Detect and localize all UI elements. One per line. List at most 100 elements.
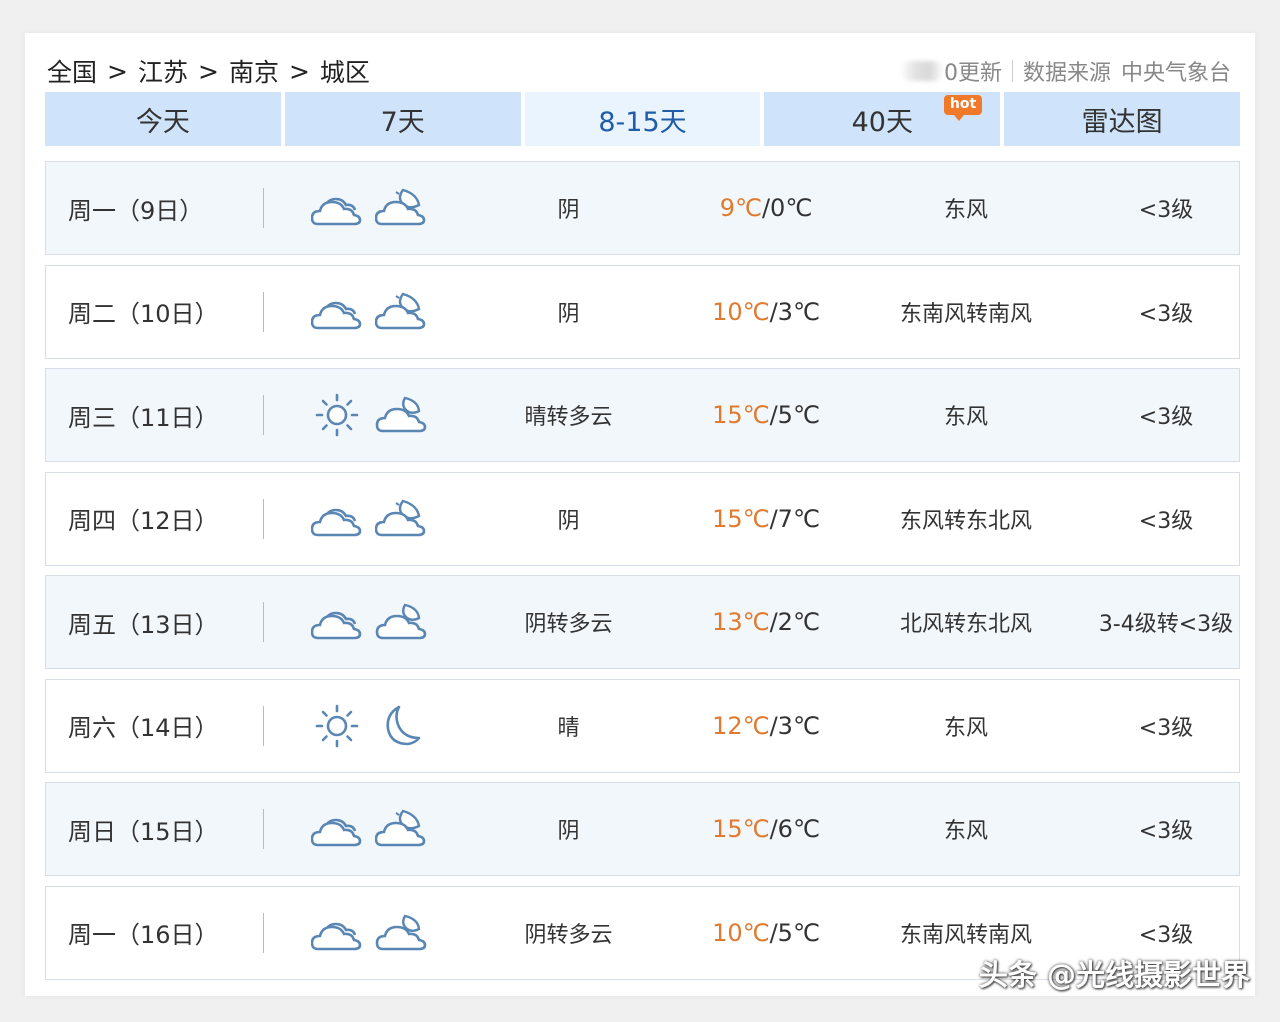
meta-divider — [1011, 60, 1013, 82]
breadcrumb-separator: > — [107, 56, 128, 86]
tab-40-days[interactable]: 40天 hot — [764, 92, 1001, 146]
breadcrumb-separator: > — [197, 56, 219, 86]
forecast-tabs: 今天 7天 8-15天 40天 hot 雷达图 — [45, 92, 1240, 146]
high-temp: 12℃ — [712, 711, 770, 740]
tab-radar[interactable]: 雷达图 — [1004, 92, 1240, 146]
data-source-label: 数据来源 — [1022, 61, 1111, 86]
breadcrumb-province[interactable]: 江苏 — [138, 53, 188, 89]
update-info: 0更新 数据来源 中央气象台 — [899, 55, 1231, 87]
breadcrumb-city[interactable]: 南京 — [229, 53, 279, 89]
low-temp: 5℃ — [777, 918, 820, 947]
temperature: 10℃/3℃ — [686, 266, 846, 358]
cloud-moon-icon — [375, 290, 427, 334]
weather-icons — [311, 887, 441, 979]
breadcrumb: 全国 > 江苏 > 南京 > 城区 — [47, 53, 370, 89]
update-time-blurred — [899, 61, 944, 81]
wind-direction: 东风 — [943, 405, 988, 430]
weather-description: 阴 — [557, 198, 580, 223]
low-temp: 5℃ — [777, 401, 820, 429]
breadcrumb-separator: > — [288, 56, 310, 86]
cloud-moon-icon — [375, 807, 427, 851]
temp-separator: / — [769, 918, 778, 947]
low-temp: 2℃ — [777, 608, 820, 636]
high-temp: 15℃ — [712, 401, 770, 429]
row-divider — [263, 188, 264, 228]
weather-description: 阴转多云 — [524, 612, 613, 637]
tab-label: 40天 — [851, 106, 913, 138]
temp-separator: / — [769, 504, 778, 533]
weather-description: 阴 — [557, 819, 580, 844]
temp-separator: / — [769, 297, 778, 326]
weather-icons — [311, 162, 441, 254]
partly-cloudy-night-icon — [375, 600, 427, 644]
forecast-row: 周六（14日） 晴 12℃/3℃ 东风 <3级 — [45, 678, 1240, 773]
high-temp: 10℃ — [712, 918, 770, 947]
forecast-date: 周四（12日） — [68, 507, 219, 535]
temp-separator: / — [769, 815, 778, 843]
cloud-icon — [311, 186, 363, 230]
forecast-date: 周二（10日） — [68, 300, 219, 328]
row-divider — [263, 395, 264, 435]
cloud-icon — [311, 911, 363, 955]
row-divider — [263, 602, 264, 642]
wind-direction: 东南风转南风 — [899, 301, 1032, 327]
weather-description: 晴 — [557, 715, 580, 741]
temp-separator: / — [769, 608, 778, 636]
row-divider — [263, 912, 264, 953]
tab-label: 8-15天 — [598, 106, 687, 138]
tab-8-15-days[interactable]: 8-15天 — [524, 92, 761, 146]
wind-level: <3级 — [1138, 198, 1194, 223]
weather-description: 晴转多云 — [524, 405, 613, 430]
weather-description: 阴 — [557, 301, 580, 327]
cloud-icon — [311, 600, 363, 644]
forecast-date: 周一（16日） — [68, 921, 219, 949]
partly-cloudy-night-icon — [375, 393, 427, 437]
partly-cloudy-night-icon — [375, 911, 427, 955]
data-source-value: 中央气象台 — [1120, 61, 1231, 86]
tab-label: 今天 — [135, 106, 190, 138]
high-temp: 10℃ — [712, 297, 770, 326]
row-divider — [263, 291, 264, 332]
tab-7-days[interactable]: 7天 — [284, 92, 521, 146]
wind-level: <3级 — [1138, 819, 1194, 844]
forecast-row: 周四（12日） 阴 15℃/7℃ 东风转东北风 <3级 — [45, 471, 1240, 566]
tab-label: 7天 — [380, 106, 425, 138]
weather-icons — [311, 680, 441, 772]
top-bar: 全国 > 江苏 > 南京 > 城区 0更新 数据来源 中央气象台 — [25, 33, 1255, 91]
high-temp: 13℃ — [712, 608, 770, 636]
wind-level: <3级 — [1138, 508, 1194, 534]
forecast-date: 周五（13日） — [68, 610, 219, 639]
weather-icons — [311, 369, 441, 461]
forecast-list: 周一（9日） 阴 9℃/0℃ 东风 <3级 周二（10日） 阴 10℃ / 3℃… — [45, 161, 1240, 989]
temperature: 10℃/5℃ — [686, 887, 846, 979]
watermark: 头条 @光线摄影世界 — [978, 958, 1250, 992]
low-temp: 0℃ — [770, 194, 813, 222]
weather-icons — [311, 473, 441, 565]
cloud-icon — [311, 497, 363, 541]
temperature: 12℃/3℃ — [686, 680, 846, 772]
wind-level: 3-4级转<3级 — [1098, 612, 1234, 637]
temperature: 9℃/0℃ — [686, 162, 846, 254]
weather-icons — [311, 576, 441, 668]
wind-direction: 东风转东北风 — [899, 508, 1032, 534]
wind-level: <3级 — [1138, 715, 1194, 741]
wind-direction: 东风 — [943, 198, 988, 223]
forecast-date: 周日（15日） — [68, 817, 219, 846]
high-temp: 15℃ — [712, 815, 770, 843]
weather-description: 阴转多云 — [524, 922, 613, 948]
wind-level: <3级 — [1138, 405, 1194, 430]
moon-icon — [375, 702, 427, 750]
breadcrumb-district: 城区 — [319, 58, 370, 87]
low-temp: 7℃ — [777, 504, 820, 533]
wind-level: <3级 — [1138, 301, 1194, 327]
cloud-icon — [311, 290, 363, 334]
forecast-row: 周一（9日） 阴 9℃/0℃ 东风 <3级 — [45, 161, 1240, 255]
breadcrumb-country[interactable]: 全国 — [47, 53, 97, 89]
sun-icon — [311, 391, 363, 439]
tab-today[interactable]: 今天 — [45, 92, 281, 146]
tab-label: 雷达图 — [1081, 106, 1163, 138]
forecast-date: 周六（14日） — [68, 714, 219, 742]
low-temp: 3℃ — [777, 711, 820, 740]
weather-card: 全国 > 江苏 > 南京 > 城区 0更新 数据来源 中央气象台 今天 7天 8-1… — [25, 33, 1255, 996]
wind-direction: 北风转东北风 — [899, 612, 1032, 637]
